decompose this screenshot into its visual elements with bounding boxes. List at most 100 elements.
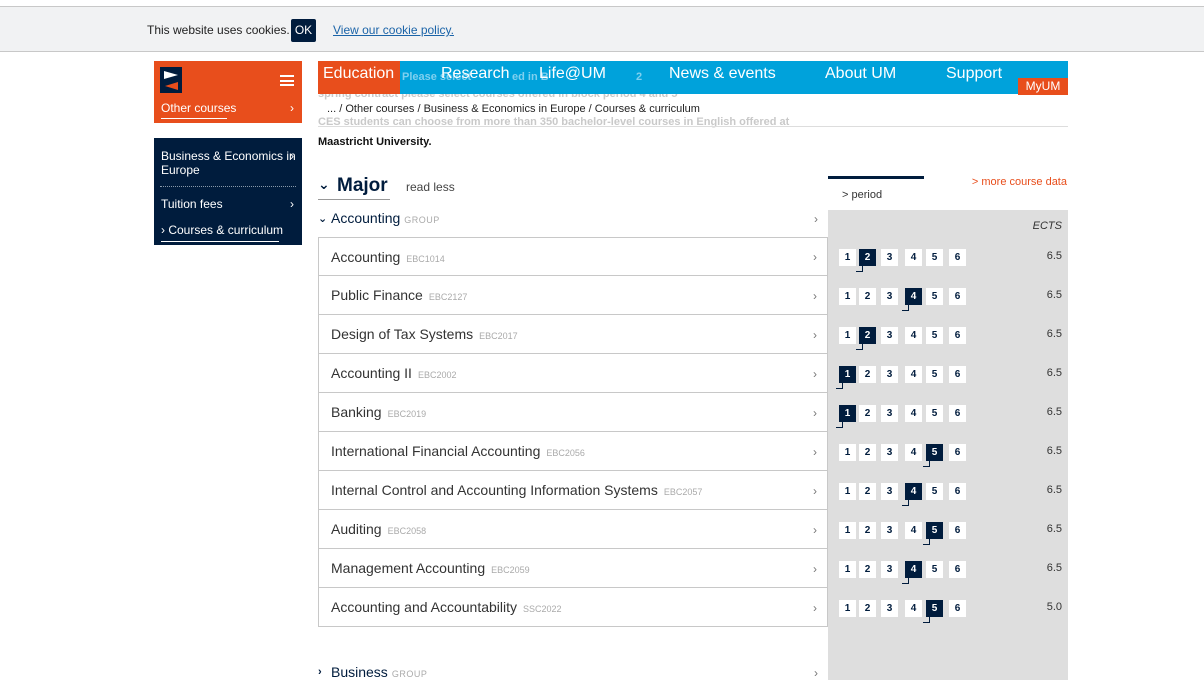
- period-box[interactable]: 2: [856, 249, 876, 272]
- period-box[interactable]: 2: [859, 561, 876, 578]
- period-box[interactable]: 5: [923, 444, 943, 467]
- period-box[interactable]: 6: [949, 327, 966, 344]
- course-box[interactable]: Design of Tax Systems EBC2017: [318, 315, 828, 354]
- chevron-down-icon[interactable]: ⌄: [318, 176, 330, 193]
- nav-about-um[interactable]: About UM: [825, 65, 896, 83]
- period-box[interactable]: 3: [881, 600, 898, 617]
- course-box[interactable]: Accounting and Accountability SSC2022: [318, 588, 828, 627]
- period-box[interactable]: 5: [926, 561, 943, 578]
- period-box[interactable]: 1: [836, 405, 856, 428]
- period-box[interactable]: 5: [926, 249, 943, 266]
- period-box[interactable]: 4: [905, 600, 922, 617]
- period-box[interactable]: 4: [905, 405, 922, 422]
- period-box[interactable]: 6: [949, 444, 966, 461]
- nav-news-events[interactable]: News & events: [669, 65, 776, 83]
- period-box[interactable]: 2: [859, 366, 876, 383]
- period-box[interactable]: 1: [839, 483, 856, 500]
- period-box[interactable]: 3: [881, 288, 898, 305]
- period-box[interactable]: 2: [859, 405, 876, 422]
- period-box[interactable]: 1: [839, 561, 856, 578]
- period-box[interactable]: 1: [839, 444, 856, 461]
- nav-support[interactable]: Support: [946, 65, 1002, 83]
- period-box[interactable]: 3: [881, 522, 898, 539]
- period-box[interactable]: 2: [859, 444, 876, 461]
- period-box[interactable]: 3: [881, 444, 898, 461]
- course-row[interactable]: Accounting and Accountability SSC2022 › 1 2 3…: [318, 588, 1068, 627]
- period-box[interactable]: 3: [881, 327, 898, 344]
- period-box[interactable]: 4: [905, 522, 922, 539]
- read-less-link[interactable]: read less: [406, 180, 455, 194]
- period-box[interactable]: 1: [839, 249, 856, 266]
- period-box[interactable]: 2: [859, 483, 876, 500]
- period-box[interactable]: 2: [859, 522, 876, 539]
- period-box[interactable]: 5: [926, 366, 943, 383]
- nav-life-at-um[interactable]: Life@UM: [539, 65, 606, 83]
- period-box[interactable]: 3: [881, 249, 898, 266]
- other-courses-link[interactable]: Other courses: [161, 101, 236, 115]
- group-header-accounting[interactable]: ⌄ Accounting GROUP ›: [318, 210, 828, 232]
- course-row[interactable]: Design of Tax Systems EBC2017 › 1 2 3 4 5 6 6.5: [318, 315, 1068, 354]
- course-row[interactable]: Accounting EBC1014 › 1 2 3 4 5 6 6.5: [318, 237, 1068, 276]
- period-box[interactable]: 1: [839, 288, 856, 305]
- cookie-ok-button[interactable]: OK: [291, 19, 316, 42]
- period-box[interactable]: 5: [926, 288, 943, 305]
- period-box[interactable]: 6: [949, 249, 966, 266]
- sidebar-item-tuition-fees[interactable]: Tuition fees: [161, 197, 223, 211]
- course-row[interactable]: International Financial Accounting EBC205…: [318, 432, 1068, 471]
- sidebar-item-business-economics[interactable]: Business & Economics in Europe: [161, 149, 296, 177]
- period-box[interactable]: 1: [836, 366, 856, 389]
- period-box[interactable]: 5: [923, 522, 943, 545]
- cookie-policy-link[interactable]: View our cookie policy.: [333, 23, 454, 37]
- period-box[interactable]: 6: [949, 522, 966, 539]
- major-title[interactable]: Major: [337, 175, 388, 197]
- course-row[interactable]: Internal Control and Accounting Informat…: [318, 471, 1068, 510]
- period-box[interactable]: 3: [881, 366, 898, 383]
- course-row[interactable]: Management Accounting EBC2059 › 1 2 3 4 5 6 6.5: [318, 549, 1068, 588]
- period-box[interactable]: 6: [949, 288, 966, 305]
- myum-button[interactable]: MyUM: [1018, 78, 1068, 95]
- period-box[interactable]: 1: [839, 600, 856, 617]
- period-box[interactable]: 3: [881, 483, 898, 500]
- period-box[interactable]: 6: [949, 405, 966, 422]
- period-box[interactable]: 4: [902, 288, 922, 311]
- period-box[interactable]: 4: [905, 366, 922, 383]
- period-box[interactable]: 5: [926, 405, 943, 422]
- period-box[interactable]: 4: [905, 444, 922, 461]
- more-course-data-link[interactable]: > more course data: [972, 176, 1067, 188]
- course-box[interactable]: International Financial Accounting EBC205…: [318, 432, 828, 471]
- course-box[interactable]: Internal Control and Accounting Informat…: [318, 471, 828, 510]
- um-logo-icon[interactable]: [160, 67, 182, 93]
- period-box[interactable]: 2: [859, 600, 876, 617]
- period-box[interactable]: 6: [949, 483, 966, 500]
- period-box[interactable]: 4: [905, 327, 922, 344]
- course-box[interactable]: Auditing EBC2058: [318, 510, 828, 549]
- course-box[interactable]: Public Finance EBC2127: [318, 276, 828, 315]
- period-box[interactable]: 1: [839, 522, 856, 539]
- period-box[interactable]: 6: [949, 561, 966, 578]
- period-box[interactable]: 3: [881, 405, 898, 422]
- period-box[interactable]: 5: [926, 483, 943, 500]
- period-box[interactable]: 5: [926, 327, 943, 344]
- period-box[interactable]: 4: [902, 483, 922, 506]
- period-box[interactable]: 6: [949, 366, 966, 383]
- course-box[interactable]: Banking EBC2019: [318, 393, 828, 432]
- course-row[interactable]: Auditing EBC2058 › 1 2 3 4 5 6 6.5: [318, 510, 1068, 549]
- period-box[interactable]: 4: [905, 249, 922, 266]
- nav-research[interactable]: Research: [441, 65, 509, 83]
- course-row[interactable]: Accounting II EBC2002 › 1 2 3 4 5 6 6.5: [318, 354, 1068, 393]
- course-box[interactable]: Management Accounting EBC2059: [318, 549, 828, 588]
- period-box[interactable]: 1: [839, 327, 856, 344]
- course-row[interactable]: Banking EBC2019 › 1 2 3 4 5 6 6.5: [318, 393, 1068, 432]
- course-box[interactable]: Accounting II EBC2002: [318, 354, 828, 393]
- sidebar-item-courses-curriculum[interactable]: › Courses & curriculum: [161, 223, 283, 237]
- period-box[interactable]: 2: [859, 288, 876, 305]
- tab-period[interactable]: > period: [828, 176, 924, 210]
- hamburger-menu-icon[interactable]: [280, 75, 294, 86]
- period-box[interactable]: 3: [881, 561, 898, 578]
- breadcrumb[interactable]: ... / Other courses / Business & Economi…: [327, 103, 700, 115]
- period-box[interactable]: 6: [949, 600, 966, 617]
- period-box[interactable]: 5: [923, 600, 943, 623]
- course-row[interactable]: Public Finance EBC2127 › 1 2 3 4 5 6 6.5: [318, 276, 1068, 315]
- period-box[interactable]: 4: [902, 561, 922, 584]
- nav-education[interactable]: Education: [323, 65, 394, 83]
